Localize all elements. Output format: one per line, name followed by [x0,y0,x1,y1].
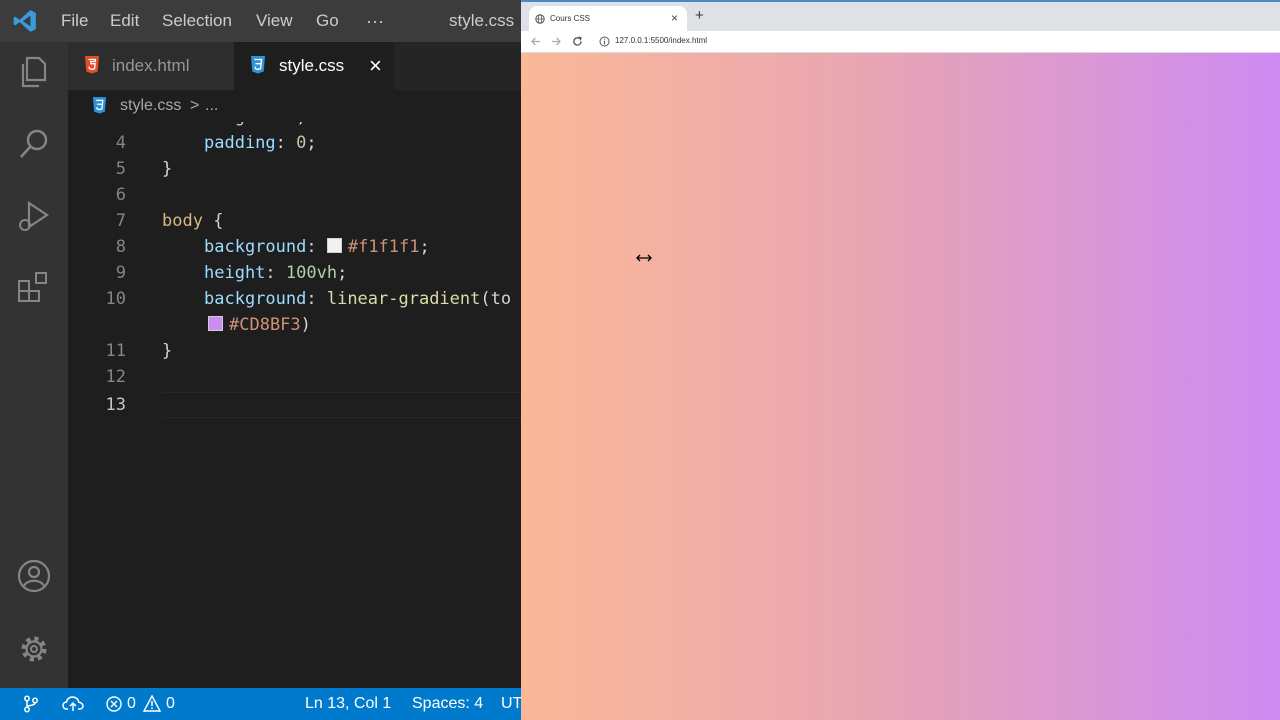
browser-window: Cours CSS × + 127.0.0.1:5500/index.html [521,0,1280,720]
reload-icon[interactable] [572,36,583,47]
close-icon[interactable]: × [671,11,678,25]
code-line-8: background: #f1f1f1; [204,237,430,257]
new-tab-button[interactable]: + [695,7,704,24]
line-number: 8 [115,237,126,257]
line-number: 13 [105,395,126,415]
code-line-3: margin: 0; [204,122,306,130]
cursor-position[interactable]: Ln 13, Col 1 [305,688,391,720]
css-function: linear-gradient [326,289,481,309]
tab-index-html[interactable]: index.html [68,42,234,90]
warning-count[interactable]: 0 [166,688,175,720]
code-line-5: } [162,159,173,179]
css-value: 100vh [285,263,338,283]
line-number: 7 [115,211,126,231]
menu-more[interactable]: ··· [366,0,384,42]
tab-label: style.css [279,56,345,75]
line-number: 11 [105,341,126,361]
close-icon[interactable]: × [369,42,382,90]
breadcrumb-file[interactable]: style.css [120,90,181,122]
css-property: padding [204,133,276,153]
code-line-10-wrap: #CD8BF3) [208,312,311,338]
css-property: background [204,237,307,257]
back-arrow-icon[interactable] [530,36,541,47]
source-control-branch-icon[interactable] [22,695,40,713]
menu-go[interactable]: Go [316,0,339,42]
color-swatch[interactable] [326,238,342,253]
css-property: height [204,263,266,283]
code-editor[interactable]: 3 margin: 0; 4 padding: 0; 5 } 6 7 body … [68,122,521,688]
menu-selection[interactable]: Selection [162,0,232,42]
css3-icon [92,97,107,114]
line-number: 5 [115,159,126,179]
menu-view[interactable]: View [256,0,293,42]
line-number: 3 [68,122,126,130]
browser-tab-strip: Cours CSS × + [521,0,1280,33]
line-number: 6 [115,185,126,205]
code-line-10: background: linear-gradient(to [204,289,512,309]
browser-toolbar: 127.0.0.1:5500/index.html [521,31,1280,53]
forward-arrow-icon[interactable] [551,36,562,47]
explorer-icon[interactable] [14,52,54,92]
settings-gear-icon[interactable] [14,629,54,669]
css-selector: body [162,211,203,231]
error-count[interactable]: 0 [127,688,136,720]
current-line-highlight [162,392,521,418]
cloud-upload-icon[interactable] [62,695,84,713]
breadcrumb-separator: > [190,97,200,114]
breadcrumb-more[interactable]: ... [205,90,218,122]
status-bar: 0 0 Ln 13, Col 1 Spaces: 4 UT [0,688,521,720]
page-viewport-gradient [521,53,1280,720]
color-swatch[interactable] [208,316,223,331]
activity-bar [0,42,68,688]
run-debug-icon[interactable] [14,196,54,236]
window-title: style.css - [449,11,515,72]
css-value: 0 [296,133,307,153]
extensions-icon[interactable] [14,268,54,308]
tab-style-css[interactable]: style.css × [234,42,394,90]
css-args: (to [480,289,512,309]
code-line-7: body { [162,208,223,234]
line-number: 9 [115,263,126,283]
editor-tabs: index.html style.css × [68,42,521,90]
line-number: 10 [105,289,126,309]
browser-tab-title: Cours CSS [550,14,591,23]
error-icon[interactable] [106,696,122,712]
indentation[interactable]: Spaces: 4 [412,688,483,720]
html5-icon [85,56,99,74]
line-number: 4 [115,133,126,153]
line-number: 12 [105,367,126,387]
tab-label: index.html [112,56,190,75]
breadcrumb: style.css > ... [68,90,521,122]
css-value: #f1f1f1 [347,237,420,257]
code-line-9: height: 100vh; [204,263,348,283]
warning-icon[interactable] [143,695,161,712]
css-value: #CD8BF3 [229,315,301,335]
browser-tab[interactable]: Cours CSS × [529,6,687,33]
code-line-4: padding: 0; [204,133,317,153]
menu-edit[interactable]: Edit [110,0,139,42]
resize-cursor-icon [636,254,652,262]
search-icon[interactable] [14,124,54,164]
encoding[interactable]: UT [501,688,521,720]
vscode-logo-icon[interactable] [12,8,38,34]
css3-icon [251,56,265,74]
title-bar: File Edit Selection View Go ··· style.cs… [0,0,521,72]
brace: { [213,211,224,231]
code-line-11: } [162,341,173,361]
css-property: background [204,289,307,309]
vscode-window: File Edit Selection View Go ··· style.cs… [0,0,521,720]
globe-icon [535,14,545,24]
menu-file[interactable]: File [61,0,88,42]
accounts-icon[interactable] [14,556,54,596]
address-bar[interactable]: 127.0.0.1:5500/index.html [615,36,707,45]
info-icon[interactable] [599,36,610,47]
